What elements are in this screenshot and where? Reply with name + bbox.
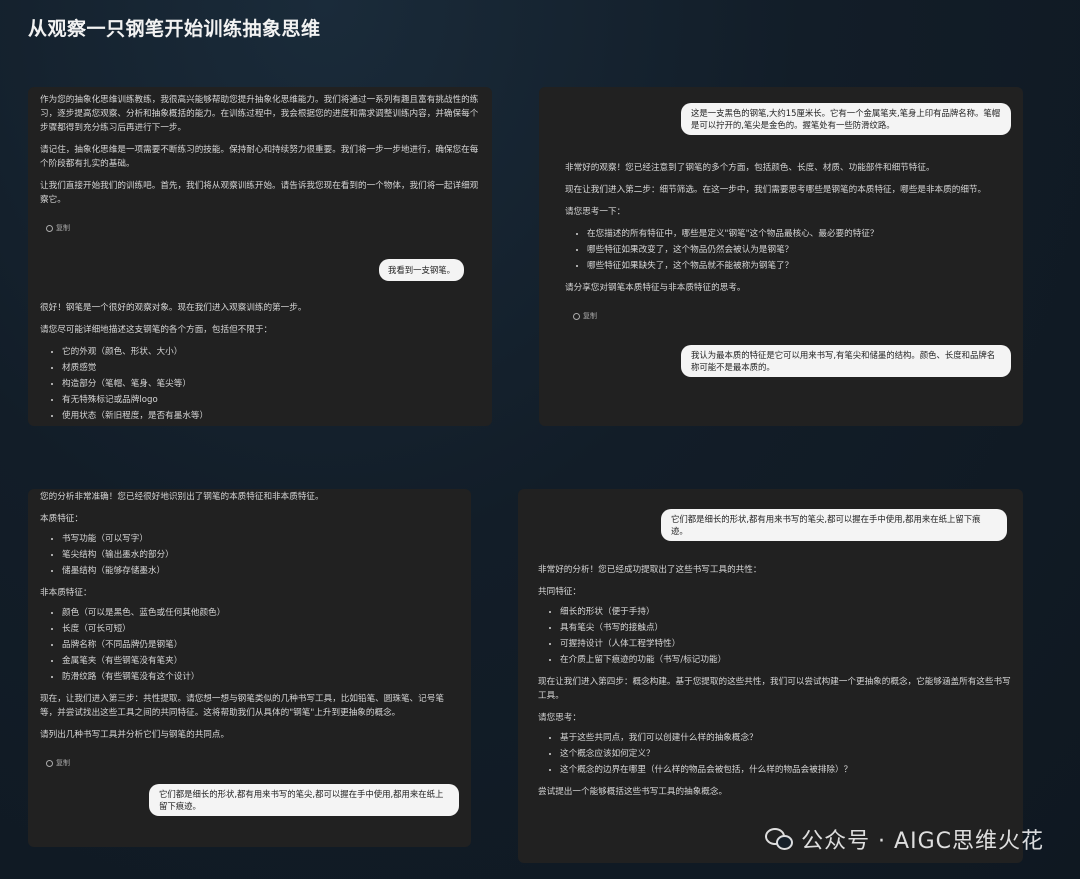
assistant-message-paragraph: 非常好的观察！您已经注意到了钢笔的多个方面，包括颜色、长度、材质、功能部件和细节… xyxy=(565,163,935,173)
user-message-row: 我看到一支钢笔。 xyxy=(40,259,464,281)
assistant-message-paragraph: 现在，让我们进入第三步：共性提取。请您想一想与钢笔类似的几种书写工具，比如铅笔、… xyxy=(40,694,444,718)
essential-feature-list: 书写功能（可以写字） 笔尖结构（输出墨水的部分） 储墨结构（能够存储墨水） xyxy=(40,532,459,578)
assistant-message-paragraph: 请记住，抽象化思维是一项需要不断练习的技能。保持耐心和持续努力很重要。我们将一步… xyxy=(40,145,479,169)
assistant-message-paragraph: 请分享您对钢笔本质特征与非本质特征的思考。 xyxy=(565,283,746,293)
list-item: 基于这些共同点，我们可以创建什么样的抽象概念？ xyxy=(560,731,1011,745)
user-message-row: 这是一支黑色的钢笔,大约15厘米长。它有一个金属笔夹,笔身上印有品牌名称。笔帽是… xyxy=(565,103,1011,135)
list-item: 长度（可长可短） xyxy=(62,622,459,636)
assistant-message-paragraph: 非常好的分析！您已经成功提取出了这些书写工具的共性： xyxy=(538,565,762,575)
list-item: 这个概念应该如何定义？ xyxy=(560,747,1011,761)
list-item: 在您描述的所有特征中，哪些是定义"钢笔"这个物品最核心、最必要的特征？ xyxy=(587,227,1011,241)
chat-panel-1[interactable]: 作为您的抽象化思维训练教练，我很高兴能够帮助您提升抽象化思维能力。我们将通过一系… xyxy=(28,87,492,426)
assistant-message-paragraph: 请列出几种书写工具并分析它们与钢笔的共同点。 xyxy=(40,730,230,740)
assistant-message-paragraph: 请您尽可能详细地描述这支钢笔的各个方面，包括但不限于： xyxy=(40,325,273,335)
list-item: 哪些特征如果缺失了，这个物品就不能被称为钢笔了？ xyxy=(587,259,1011,273)
chat-panel-3[interactable]: 您的分析非常准确！您已经很好地识别出了钢笔的本质特征和非本质特征。 本质特征： … xyxy=(28,489,471,847)
assistant-message-paragraph: 您的分析非常准确！您已经很好地识别出了钢笔的本质特征和非本质特征。 xyxy=(40,492,324,502)
assistant-message-paragraph: 作为您的抽象化思维训练教练，我很高兴能够帮助您提升抽象化思维能力。我们将通过一系… xyxy=(40,95,479,133)
copy-icon xyxy=(46,224,53,232)
copy-button[interactable]: 复制 xyxy=(46,756,70,770)
user-message-bubble: 它们都是细长的形状,都有用来书写的笔尖,都可以握在手中使用,都用来在纸上留下痕迹… xyxy=(149,784,459,816)
user-message-row: 它们都是细长的形状,都有用来书写的笔尖,都可以握在手中使用,都用来在纸上留下痕迹… xyxy=(538,509,1007,541)
user-message-row: 它们都是细长的形状,都有用来书写的笔尖,都可以握在手中使用,都用来在纸上留下痕迹… xyxy=(40,784,459,816)
user-message-bubble: 我看到一支钢笔。 xyxy=(379,259,464,281)
common-feature-list: 细长的形状（便于手持） 具有笔尖（书写的接触点） 可握持设计（人体工程学特性） … xyxy=(538,605,1011,667)
list-item: 金属笔夹（有些钢笔没有笔夹） xyxy=(62,654,459,668)
user-message-bubble: 我认为最本质的特征是它可以用来书写,有笔尖和储墨的结构。颜色、长度和品牌名称可能… xyxy=(681,345,1011,377)
section-label: 非本质特征： xyxy=(40,588,92,598)
list-item: 哪些特征如果改变了，这个物品仍然会被认为是钢笔？ xyxy=(587,243,1011,257)
list-item: 使用状态（新旧程度，是否有墨水等） xyxy=(62,409,480,423)
assistant-message-paragraph: 现在让我们进入第四步：概念构建。基于您提取的这些共性，我们可以尝试构建一个更抽象… xyxy=(538,677,1011,701)
list-item: 它的外观（颜色、形状、大小） xyxy=(62,345,480,359)
list-item: 在介质上留下痕迹的功能（书写/标记功能） xyxy=(560,653,1011,667)
assistant-message-paragraph: 请您思考一下： xyxy=(565,207,626,217)
assistant-message-paragraph: 现在让我们进入第二步：细节筛选。在这一步中，我们需要思考哪些是钢笔的本质特征，哪… xyxy=(565,185,987,195)
list-item: 材质感觉 xyxy=(62,361,480,375)
copy-button[interactable]: 复制 xyxy=(46,221,70,235)
assistant-message-paragraph: 尝试提出一个能够概括这些书写工具的抽象概念。 xyxy=(538,787,728,797)
wechat-icon xyxy=(765,828,794,850)
list-item: 细长的形状（便于手持） xyxy=(560,605,1011,619)
list-item: 可握持设计（人体工程学特性） xyxy=(560,637,1011,651)
list-item: 书写功能（可以写字） xyxy=(62,532,459,546)
list-item: 具有笔尖（书写的接触点） xyxy=(560,621,1011,635)
page-title: 从观察一只钢笔开始训练抽象思维 xyxy=(28,18,321,40)
user-message-bubble: 它们都是细长的形状,都有用来书写的笔尖,都可以握在手中使用,都用来在纸上留下痕迹… xyxy=(661,509,1007,541)
copy-icon xyxy=(573,312,580,320)
user-message-bubble: 这是一支黑色的钢笔,大约15厘米长。它有一个金属笔夹,笔身上印有品牌名称。笔帽是… xyxy=(681,103,1011,135)
watermark: 公众号 · AIGC思维火花 xyxy=(765,823,1044,855)
user-message-row: 我认为最本质的特征是它可以用来书写,有笔尖和储墨的结构。颜色、长度和品牌名称可能… xyxy=(565,345,1011,377)
assistant-message-paragraph: 让我们直接开始我们的训练吧。首先，我们将从观察训练开始。请告诉我您现在看到的一个… xyxy=(40,181,479,205)
copy-label: 复制 xyxy=(583,312,597,320)
copy-label: 复制 xyxy=(56,759,70,767)
list-item: 这个概念的边界在哪里（什么样的物品会被包括，什么样的物品会被排除）？ xyxy=(560,763,1011,777)
feature-list: 它的外观（颜色、形状、大小） 材质感觉 构造部分（笔帽、笔身、笔尖等） 有无特殊… xyxy=(40,345,480,423)
chat-panel-4[interactable]: 它们都是细长的形状,都有用来书写的笔尖,都可以握在手中使用,都用来在纸上留下痕迹… xyxy=(518,489,1023,863)
list-item: 笔尖结构（输出墨水的部分） xyxy=(62,548,459,562)
page: 从观察一只钢笔开始训练抽象思维 作为您的抽象化思维训练教练，我很高兴能够帮助您提… xyxy=(0,0,1080,879)
copy-button[interactable]: 复制 xyxy=(573,309,597,323)
section-label: 共同特征： xyxy=(538,587,581,597)
list-item: 品牌名称（不同品牌仍是钢笔） xyxy=(62,638,459,652)
section-label: 请您思考： xyxy=(538,713,581,723)
copy-label: 复制 xyxy=(56,224,70,232)
list-item: 防滑纹路（有些钢笔没有这个设计） xyxy=(62,670,459,684)
non-essential-feature-list: 颜色（可以是黑色、蓝色或任何其他颜色） 长度（可长可短） 品牌名称（不同品牌仍是… xyxy=(40,606,459,684)
list-item: 颜色（可以是黑色、蓝色或任何其他颜色） xyxy=(62,606,459,620)
watermark-text: 公众号 · AIGC思维火花 xyxy=(801,829,1044,854)
chat-panel-2[interactable]: 这是一支黑色的钢笔,大约15厘米长。它有一个金属笔夹,笔身上印有品牌名称。笔帽是… xyxy=(539,87,1023,426)
list-item: 构造部分（笔帽、笔身、笔尖等） xyxy=(62,377,480,391)
question-list: 在您描述的所有特征中，哪些是定义"钢笔"这个物品最核心、最必要的特征？ 哪些特征… xyxy=(565,227,1011,273)
section-label: 本质特征： xyxy=(40,514,83,524)
list-item: 有无特殊标记或品牌logo xyxy=(62,393,480,407)
copy-icon xyxy=(46,759,53,767)
list-item: 储墨结构（能够存储墨水） xyxy=(62,564,459,578)
assistant-message-paragraph: 很好！钢笔是一个很好的观察对象。现在我们进入观察训练的第一步。 xyxy=(40,303,307,313)
question-list: 基于这些共同点，我们可以创建什么样的抽象概念？ 这个概念应该如何定义？ 这个概念… xyxy=(538,731,1011,777)
